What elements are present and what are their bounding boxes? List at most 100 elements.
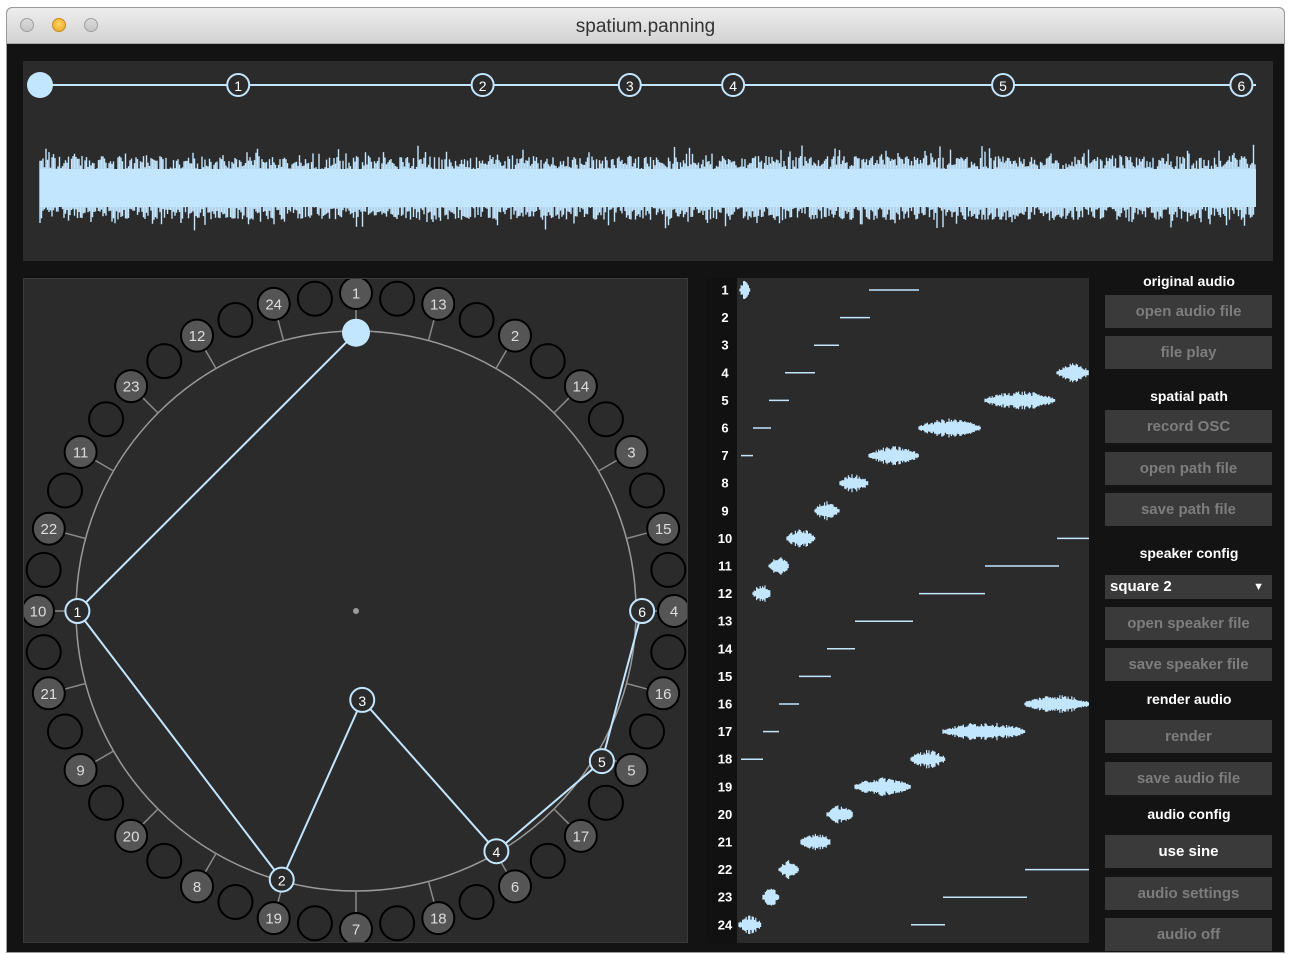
title-bar: spatium.panning (7, 8, 1284, 44)
speaker-label: 19 (265, 911, 282, 928)
speaker-slot[interactable] (379, 280, 416, 317)
save-speaker-file-button[interactable]: save speaker file (1105, 648, 1272, 681)
app-window: spatium.panning 123456 1 13 2 14 3 15 4 16 5 17 6 1… (7, 8, 1284, 952)
speaker-slot[interactable] (379, 905, 416, 942)
speaker-tick (626, 532, 648, 540)
track-label: 4 (721, 365, 729, 380)
speaker-slot[interactable] (629, 713, 666, 750)
open-path-file-button[interactable]: open path file (1105, 452, 1272, 485)
speaker-slot[interactable] (88, 401, 125, 438)
speaker-label: 23 (123, 379, 140, 396)
control-panel: original audio open audio file file play… (1104, 270, 1274, 951)
playhead-marker[interactable] (27, 72, 53, 98)
speaker-label: 6 (511, 879, 519, 896)
speaker-slot[interactable] (146, 343, 183, 380)
spatial-path-title: spatial path (1150, 388, 1228, 404)
speaker-slot[interactable] (146, 842, 183, 879)
track-audio-burst (739, 281, 751, 299)
speaker-label: 16 (655, 686, 672, 703)
timeline-marker-label: 3 (626, 78, 634, 94)
track-label: 22 (718, 862, 732, 877)
timeline-marker-label: 6 (1238, 78, 1246, 94)
speaker-slot[interactable] (650, 551, 687, 588)
speaker-slot[interactable] (629, 472, 666, 509)
speaker-slot[interactable] (88, 784, 125, 821)
record-osc-button[interactable]: record OSC (1105, 410, 1272, 443)
speaker-config-title: speaker config (1139, 545, 1239, 561)
speaker-label: 18 (430, 911, 447, 928)
save-path-file-button[interactable]: save path file (1105, 493, 1272, 526)
speaker-config-select[interactable]: square 2 ▼ (1105, 575, 1272, 599)
speaker-tick (141, 396, 159, 414)
speaker-slot[interactable] (587, 401, 624, 438)
path-point-label: 6 (638, 604, 646, 620)
speaker-label: 14 (573, 379, 590, 396)
audio-waveform-body (40, 169, 1256, 207)
speaker-slot[interactable] (46, 472, 83, 509)
speaker-slot[interactable] (587, 784, 624, 821)
track-audio-burst (768, 557, 789, 575)
speaker-label: 20 (123, 828, 140, 845)
spatial-canvas[interactable]: 1132143154165176187198209211022112312241… (21, 276, 691, 946)
track-label: 6 (721, 421, 728, 436)
track-audio-burst (1024, 695, 1090, 713)
speaker-label: 2 (511, 328, 519, 345)
timeline-canvas[interactable]: 1 2 3 4 5 6 (23, 61, 1273, 261)
speaker-tick (553, 396, 571, 414)
spatial-view-panel[interactable]: 1 13 2 14 3 15 4 16 5 17 6 18 7 19 8 20 9 21 10 22 11 23 12 24 1… (21, 276, 691, 946)
path-point-label: 3 (358, 693, 366, 709)
speaker-label: 10 (30, 604, 47, 621)
speaker-label: 22 (40, 521, 57, 538)
speaker-slot[interactable] (529, 842, 566, 879)
track-label: 16 (718, 697, 732, 712)
speaker-slot[interactable] (458, 884, 495, 921)
speaker-slot[interactable] (296, 280, 333, 317)
spatial-path[interactable] (76, 331, 644, 882)
speaker-slot[interactable] (217, 301, 254, 338)
track-audio-burst (778, 860, 799, 879)
speaker-label: 7 (352, 922, 360, 939)
speaker-slot[interactable] (458, 301, 495, 338)
use-sine-button[interactable]: use sine (1105, 835, 1272, 868)
timeline-marker-label: 4 (729, 78, 737, 94)
speaker-slot[interactable] (46, 713, 83, 750)
original-audio-title: original audio (1143, 273, 1235, 289)
track-label: 9 (721, 503, 728, 518)
speaker-slot[interactable] (217, 884, 254, 921)
track-audio-burst (814, 501, 840, 521)
track-label: 17 (718, 724, 732, 739)
speaker-tick (598, 459, 618, 472)
speaker-label: 4 (670, 604, 678, 621)
speaker-slot[interactable] (650, 634, 687, 671)
track-audio-burst (984, 391, 1056, 410)
speaker-tracks-canvas: 123456789101112131415161718192021222324 (707, 278, 1091, 943)
track-label: 20 (718, 807, 732, 822)
speaker-slot[interactable] (25, 634, 62, 671)
source-position-handle[interactable] (342, 318, 370, 347)
open-audio-file-button[interactable]: open audio file (1105, 295, 1272, 328)
timeline-panel[interactable]: 1 2 3 4 5 6 (23, 61, 1273, 261)
track-label: 14 (718, 641, 733, 656)
speaker-tick (204, 349, 217, 369)
audio-settings-button[interactable]: audio settings (1105, 877, 1272, 910)
speaker-tick (64, 682, 86, 690)
speaker-slot[interactable] (296, 905, 333, 942)
track-audio-burst (868, 446, 919, 466)
speaker-tick (427, 319, 435, 341)
track-audio-burst (1056, 363, 1089, 383)
render-button[interactable]: render (1105, 720, 1272, 753)
path-point-label: 4 (493, 844, 501, 860)
speaker-tick (626, 682, 648, 690)
save-audio-file-button[interactable]: save audio file (1105, 762, 1272, 795)
speaker-tick (204, 853, 217, 873)
speaker-slot[interactable] (529, 343, 566, 380)
speaker-slot[interactable] (25, 551, 62, 588)
open-speaker-file-button[interactable]: open speaker file (1105, 607, 1272, 640)
track-label: 13 (718, 614, 732, 629)
track-label: 21 (718, 835, 732, 850)
path-point-label: 5 (598, 754, 606, 770)
audio-off-button[interactable]: audio off (1105, 918, 1272, 951)
file-play-button[interactable]: file play (1105, 336, 1272, 369)
track-label: 2 (721, 310, 728, 325)
timeline-marker-label: 5 (999, 78, 1007, 94)
